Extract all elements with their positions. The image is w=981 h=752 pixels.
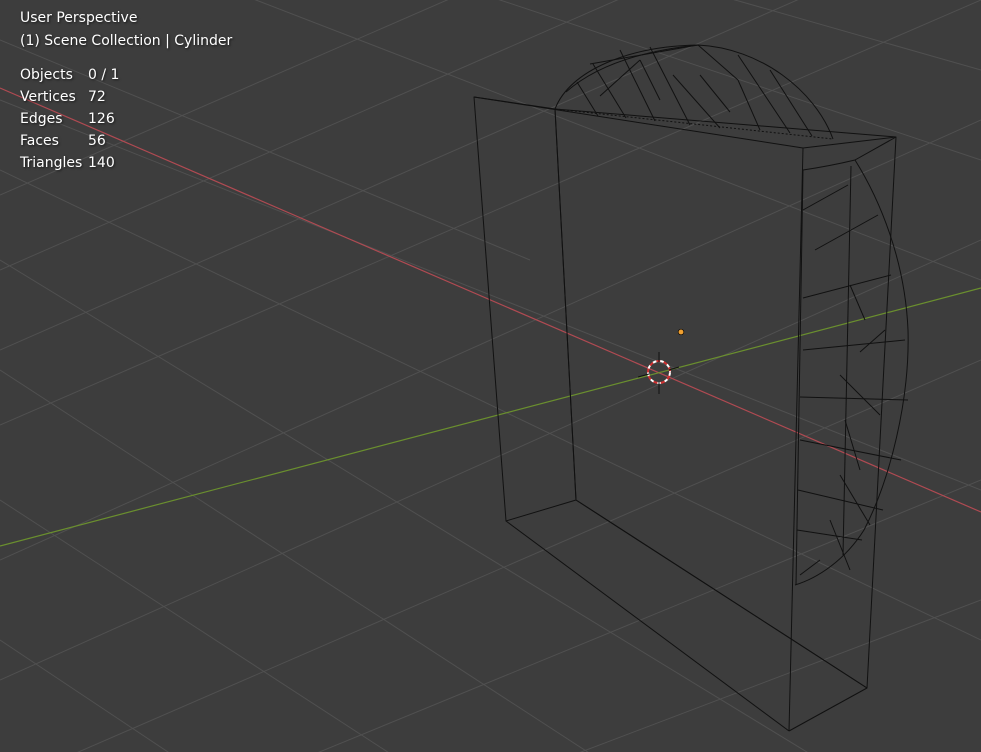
floor-grid [0,0,981,752]
stat-row-edges: Edges 126 [20,108,119,130]
stat-value: 72 [88,89,106,105]
stat-row-objects: Objects 0 / 1 [20,64,119,86]
y-axis-line [0,287,981,547]
stat-label: Objects [20,67,73,83]
stat-value: 126 [88,111,115,127]
object-origin-icon[interactable] [677,328,685,336]
stat-value: 56 [88,133,106,149]
stat-value: 140 [88,155,115,171]
stat-row-faces: Faces 56 [20,130,119,152]
stat-value: 0 / 1 [88,67,120,83]
scene-statistics: Objects 0 / 1 Vertices 72 Edges 126 Face… [20,64,119,174]
stat-label: Faces [20,133,59,149]
stat-label: Vertices [20,89,76,105]
stat-row-triangles: Triangles 140 [20,152,119,174]
stat-label: Edges [20,111,63,127]
3d-viewport[interactable]: User Perspective (1) Scene Collection | … [0,0,981,752]
x-axis-line [0,87,981,513]
stat-label: Triangles [20,155,83,171]
cylinder-wireframe[interactable] [473,44,909,732]
viewport-canvas[interactable] [0,0,981,752]
stat-row-vertices: Vertices 72 [20,86,119,108]
